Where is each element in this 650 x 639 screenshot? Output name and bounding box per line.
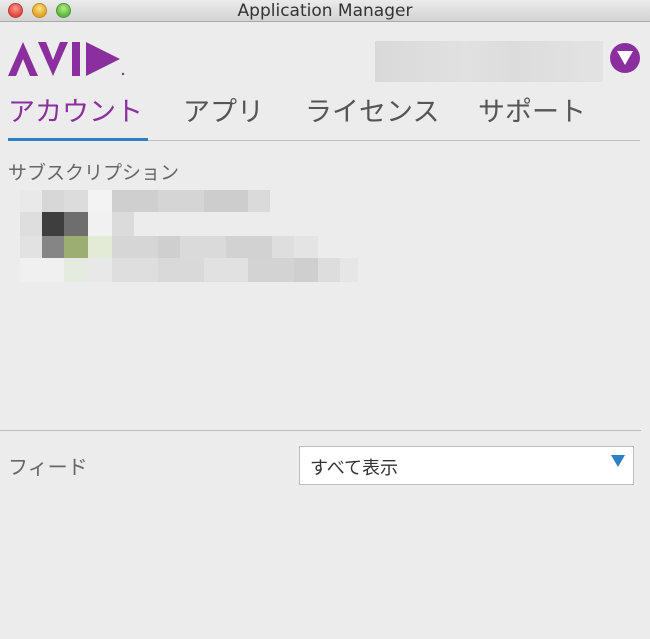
account-menu-button[interactable] <box>610 43 640 73</box>
feed-filter-value: すべて表示 <box>310 458 399 479</box>
tab-bar: アカウント アプリ ライセンス サポート <box>0 94 650 144</box>
user-name-redacted <box>375 41 603 82</box>
subscription-label: サブスクリプション <box>8 162 180 184</box>
tab-separator <box>148 140 640 141</box>
tab-licenses[interactable]: ライセンス <box>305 94 439 140</box>
triangle-down-icon <box>617 51 633 65</box>
section-divider <box>0 430 641 431</box>
dropdown-arrow-icon <box>611 455 625 467</box>
tab-support[interactable]: サポート <box>478 94 586 140</box>
feed-filter-select[interactable]: すべて表示 <box>299 446 634 485</box>
feed-label: フィード <box>8 455 88 479</box>
window-title: Application Manager <box>237 1 413 21</box>
tab-apps[interactable]: アプリ <box>183 94 264 140</box>
avid-logo <box>8 40 126 78</box>
title-bar: Application Manager <box>0 0 650 22</box>
tab-account[interactable]: アカウント <box>8 94 143 140</box>
active-tab-indicator <box>8 138 148 141</box>
